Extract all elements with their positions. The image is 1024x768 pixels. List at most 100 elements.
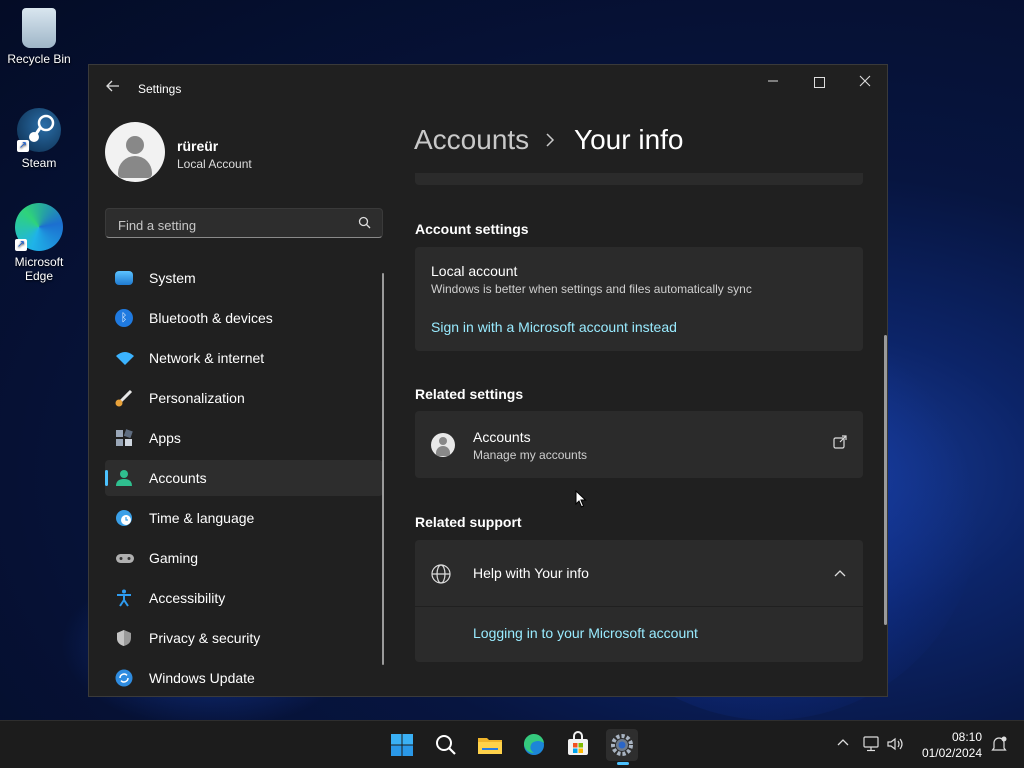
- taskbar: 08:10 01/02/2024: [0, 720, 1024, 768]
- sidebar-item-bluetooth[interactable]: ᛒ Bluetooth & devices: [105, 300, 383, 336]
- chevron-up-icon: [837, 739, 849, 746]
- content-scrollbar[interactable]: [884, 335, 887, 625]
- mouse-cursor-icon: [575, 489, 587, 508]
- accounts-card-subtitle: Manage my accounts: [473, 448, 588, 462]
- maximize-icon: [813, 77, 825, 88]
- settings-window: Settings rüreür Local Account System ᛒ: [88, 64, 888, 697]
- help-expander-header[interactable]: Help with Your info: [415, 540, 863, 606]
- edge-icon: ↗: [15, 203, 63, 251]
- desktop-icon-label: Recycle Bin: [7, 52, 71, 66]
- running-indicator: [617, 762, 629, 765]
- title-bar: Settings: [89, 65, 887, 111]
- open-external-icon: [833, 435, 847, 449]
- local-account-card: Local account Windows is better when set…: [415, 247, 863, 351]
- close-icon: [859, 75, 871, 87]
- minimize-button[interactable]: [751, 71, 795, 93]
- taskbar-file-explorer[interactable]: [474, 729, 506, 761]
- paintbrush-icon: [115, 389, 133, 407]
- page-title: Your info: [574, 124, 684, 155]
- accounts-link-card[interactable]: Accounts Manage my accounts: [415, 411, 863, 478]
- shortcut-arrow-icon: ↗: [17, 140, 29, 152]
- recycle-bin-icon: [22, 8, 56, 48]
- breadcrumb-parent[interactable]: Accounts: [414, 124, 529, 156]
- gear-icon: [611, 734, 633, 756]
- section-heading-related-support: Related support: [415, 514, 522, 530]
- apps-icon: [115, 429, 133, 447]
- app-title: Settings: [138, 82, 182, 96]
- close-button[interactable]: [843, 71, 887, 93]
- shield-icon: [115, 629, 133, 647]
- user-name: rüreür: [177, 138, 219, 154]
- desktop-icon-recycle-bin[interactable]: Recycle Bin: [1, 8, 77, 66]
- clock-time[interactable]: 08:10: [950, 730, 982, 744]
- search-input[interactable]: [116, 215, 350, 235]
- windows-logo-icon: [391, 734, 413, 756]
- taskbar-store[interactable]: [562, 729, 594, 761]
- network-tray-button[interactable]: [862, 735, 880, 753]
- taskbar-edge[interactable]: [518, 729, 550, 761]
- search-box[interactable]: [105, 208, 383, 238]
- desktop-icon-label: Steam: [21, 156, 57, 170]
- bluetooth-icon: ᛒ: [115, 309, 133, 327]
- edge-icon: [523, 733, 544, 755]
- desktop-icon-edge[interactable]: ↗ Microsoft Edge: [1, 203, 77, 283]
- taskbar-settings[interactable]: [606, 729, 638, 765]
- back-button[interactable]: [103, 79, 123, 99]
- help-title: Help with Your info: [473, 565, 589, 581]
- volume-tray-button[interactable]: [886, 735, 904, 753]
- globe-clock-icon: [115, 509, 133, 527]
- monitor-icon: [115, 271, 133, 285]
- sidebar-item-windows-update[interactable]: Windows Update: [105, 660, 383, 696]
- sidebar-item-time-language[interactable]: Time & language: [105, 500, 383, 536]
- start-button[interactable]: [386, 729, 418, 761]
- globe-icon: [431, 564, 451, 584]
- steam-icon: ↗: [17, 108, 61, 152]
- desktop-icon-label: Microsoft Edge: [14, 255, 64, 283]
- search-icon[interactable]: [358, 216, 372, 230]
- tray-overflow-button[interactable]: [836, 735, 850, 752]
- minimize-icon: [768, 80, 778, 82]
- desktop-icon-steam[interactable]: ↗ Steam: [1, 108, 77, 170]
- accessibility-icon: [115, 589, 133, 607]
- previous-card-edge: [415, 173, 863, 185]
- folder-icon: [478, 738, 502, 754]
- wifi-icon: [115, 349, 134, 367]
- user-account-type: Local Account: [177, 157, 252, 171]
- clock-date[interactable]: 01/02/2024: [916, 746, 982, 760]
- search-icon: [436, 735, 456, 755]
- gamepad-icon: [115, 549, 134, 567]
- sidebar-item-apps[interactable]: Apps: [105, 420, 383, 456]
- chevron-up-icon[interactable]: [833, 566, 847, 580]
- sidebar-scrollbar[interactable]: [382, 273, 384, 665]
- help-expander-content: Logging in to your Microsoft account: [415, 607, 863, 662]
- arrow-left-icon: [106, 80, 119, 92]
- update-icon: [115, 669, 133, 687]
- person-icon: [115, 469, 133, 487]
- accounts-card-title: Accounts: [473, 429, 531, 445]
- account-avatar-icon: [431, 433, 455, 457]
- section-heading-related-settings: Related settings: [415, 386, 524, 402]
- bell-icon: [991, 736, 1007, 751]
- local-account-subtitle: Windows is better when settings and file…: [431, 282, 752, 296]
- notifications-button[interactable]: [990, 735, 1008, 753]
- help-link-microsoft-login[interactable]: Logging in to your Microsoft account: [473, 625, 698, 641]
- sidebar-item-personalization[interactable]: Personalization: [105, 380, 383, 416]
- sidebar-item-gaming[interactable]: Gaming: [105, 540, 383, 576]
- breadcrumb-chevron-icon: [545, 131, 555, 152]
- active-indicator: [105, 470, 108, 486]
- local-account-title: Local account: [431, 263, 518, 279]
- section-heading-account-settings: Account settings: [415, 221, 529, 237]
- sidebar-item-accounts[interactable]: Accounts: [105, 460, 383, 496]
- speaker-icon: [887, 737, 903, 751]
- sidebar-item-network[interactable]: Network & internet: [105, 340, 383, 376]
- maximize-button[interactable]: [797, 71, 841, 93]
- network-icon: [863, 736, 879, 752]
- taskbar-search-button[interactable]: [430, 729, 462, 761]
- sign-in-microsoft-link[interactable]: Sign in with a Microsoft account instead: [431, 319, 677, 335]
- user-avatar[interactable]: [105, 122, 165, 182]
- sidebar-item-system[interactable]: System: [105, 260, 383, 296]
- sidebar-nav: System ᛒ Bluetooth & devices Network & i…: [105, 260, 383, 696]
- sidebar-item-privacy[interactable]: Privacy & security: [105, 620, 383, 656]
- sidebar-item-accessibility[interactable]: Accessibility: [105, 580, 383, 616]
- store-icon: [568, 731, 588, 755]
